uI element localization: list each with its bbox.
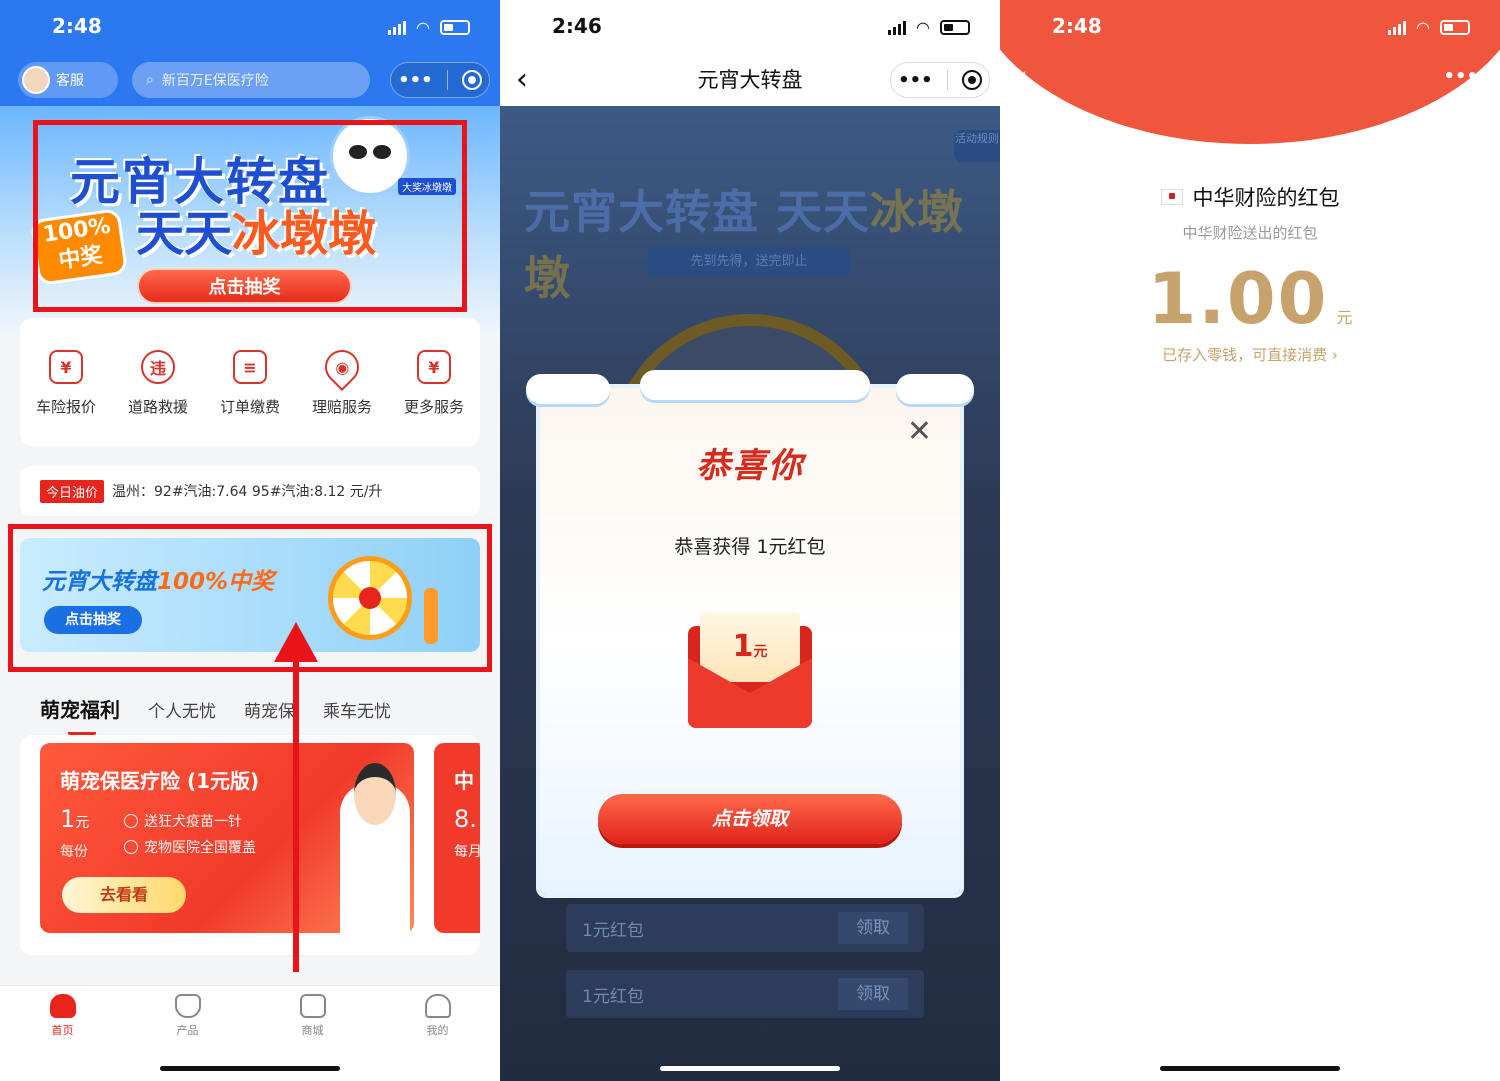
wifi-icon: ◠ [416,18,430,37]
prize-row: 1元红包 领取 [566,970,924,1018]
product-feature: 送狂犬疫苗一针 [124,811,242,831]
lottery-screen: 2:46 ◠ ‹ 元宵大转盘 ••• 活动规则 元宵大转盘 天天冰墩墩 先到先得… [500,0,1000,1081]
category-tabs: 萌宠福利 个人无忧 萌宠保 乘车无忧 [40,694,391,735]
signal-icon [388,20,407,35]
product-title: 萌宠保医疗险 (1元版) [60,769,260,793]
customer-service-label: 客服 [56,73,84,89]
wifi-icon: ◠ [1416,18,1430,37]
home-indicator [160,1066,340,1071]
close-miniprogram-icon[interactable] [461,70,482,90]
signal-icon [1388,20,1407,35]
service-item-claims[interactable]: ◉ 理赔服务 [297,342,387,446]
miniprogram-capsule: ••• [890,62,990,98]
product-card[interactable]: 中 8. 每月 [434,743,480,933]
snow-decoration [640,370,870,400]
service-item-more[interactable]: ¥ 更多服务 [389,350,479,446]
status-time: 2:48 [52,14,102,38]
product-feature: 宠物医院全国覆盖 [124,837,256,857]
miniprogram-capsule: ••• [390,62,490,98]
search-icon: ⌕ [146,72,154,88]
win-modal: ✕ 恭喜你 恭喜获得 1元红包 1元 点击领取 [526,370,974,894]
snow-decoration [526,374,610,404]
game-subtitle: 先到先得，送完即止 [648,248,850,276]
prize-row: 1元红包 领取 [566,904,924,952]
page-header: 2:46 ◠ ‹ 元宵大转盘 ••• [500,0,1000,106]
nav-home[interactable]: 首页 [23,994,103,1081]
tab-pet-insurance[interactable]: 萌宠保 [244,697,295,722]
close-miniprogram-icon[interactable] [961,70,982,90]
product-price: 1元 [60,805,90,833]
tab-pet-welfare[interactable]: 萌宠福利 [40,694,120,735]
home-header: 2:48 ◠ 客服 ⌕ 新百万E保医疗险 ••• [0,0,500,110]
oil-price-tag: 今日油价 [40,479,105,503]
red-packet-subtitle: 中华财险送出的红包 [1182,224,1318,242]
status-time: 2:46 [552,14,602,38]
status-bar: 2:46 ◠ [500,0,1000,56]
oil-price-text: 温州：92#汽油:7.64 95#汽油:8.12 元/升 [112,484,383,500]
product-per: 每份 [60,844,88,860]
status-time: 2:48 [1052,14,1102,38]
snow-decoration [896,374,974,404]
status-bar: 2:48 ◠ [1000,0,1500,56]
view-product-button[interactable]: 去看看 [62,877,186,913]
more-icon[interactable]: ••• [1443,66,1478,87]
red-envelope-icon: 1元 [688,606,812,728]
rules-button[interactable]: 活动规则 [954,130,1000,162]
search-input[interactable]: ⌕ 新百万E保医疗险 [132,62,370,98]
road-rescue-icon: 违 [141,350,175,384]
back-icon[interactable]: ‹ [1016,60,1028,95]
service-item-road-rescue[interactable]: 违 道路救援 [113,350,203,446]
claim-reward-button[interactable]: 点击领取 [598,794,902,844]
battery-icon [940,20,970,35]
check-icon [124,814,138,828]
nav-me[interactable]: 我的 [398,994,478,1081]
annotation-arrow [293,650,299,972]
home-indicator [1160,1066,1340,1071]
product-carousel: 萌宠保医疗险 (1元版) 1元 每份 送狂犬疫苗一针 宠物医院全国覆盖 去看看 … [20,735,480,955]
annotation-arrow-head [274,622,318,662]
customer-service-button[interactable]: 客服 [18,62,118,98]
service-grid: ¥ 车险报价 违 道路救援 ≡ 订单缴费 ◉ 理赔服务 ¥ 更多服务 [20,318,480,446]
bag-icon [299,994,326,1018]
service-item-order-payment[interactable]: ≡ 订单缴费 [205,350,295,446]
wifi-icon: ◠ [916,18,930,37]
shield-yen-icon: ¥ [417,350,451,384]
check-icon [124,840,138,854]
location-pin-icon: ◉ [317,342,367,392]
more-icon[interactable]: ••• [898,70,933,91]
signal-icon [888,20,907,35]
avatar [22,66,50,94]
red-packet-screen: 2:48 ◠ ‹ ••• 中华财险的红包 中华财险送出的红包 1.00 元 已存入… [1000,0,1500,1081]
claim-button[interactable]: 领取 [838,978,908,1010]
search-placeholder: 新百万E保医疗险 [161,73,269,89]
user-icon [424,994,451,1018]
highlight-box [33,120,467,312]
tab-personal[interactable]: 个人无忧 [148,697,216,722]
product-card[interactable]: 萌宠保医疗险 (1元版) 1元 每份 送狂犬疫苗一针 宠物医院全国覆盖 去看看 [40,743,414,933]
game-title: 元宵大转盘 天天冰墩墩 [524,185,965,305]
app-home-screen: 2:48 ◠ 客服 ⌕ 新百万E保医疗险 ••• 元宵大转盘 天天冰墩墩 大奖冰… [0,0,500,1081]
home-icon [49,994,76,1018]
modal-title: 恭喜你 [696,446,804,486]
doctor-illustration [340,763,410,933]
company-logo-icon [1160,189,1183,205]
status-bar: 2:48 ◠ [0,0,500,56]
battery-icon [1440,20,1470,35]
battery-icon [440,20,470,35]
balance-link[interactable]: 已存入零钱，可直接消费 › [1000,344,1500,365]
more-icon[interactable]: ••• [398,70,433,91]
highlight-box [8,524,492,672]
car-insurance-icon: ¥ [49,350,83,384]
claim-button[interactable]: 领取 [838,912,908,944]
red-packet-title: 中华财险的红包 [1000,182,1500,212]
tab-ride[interactable]: 乘车无忧 [323,697,391,722]
red-packet-amount: 1.00 元 [1147,258,1353,340]
oil-price-bar: 今日油价 温州：92#汽油:7.64 95#汽油:8.12 元/升 [20,466,480,516]
home-indicator [660,1066,840,1071]
order-payment-icon: ≡ [233,350,267,384]
modal-message: 恭喜获得 1元红包 [674,536,826,558]
service-item-car-quote[interactable]: ¥ 车险报价 [21,350,111,446]
shield-icon [174,994,201,1018]
